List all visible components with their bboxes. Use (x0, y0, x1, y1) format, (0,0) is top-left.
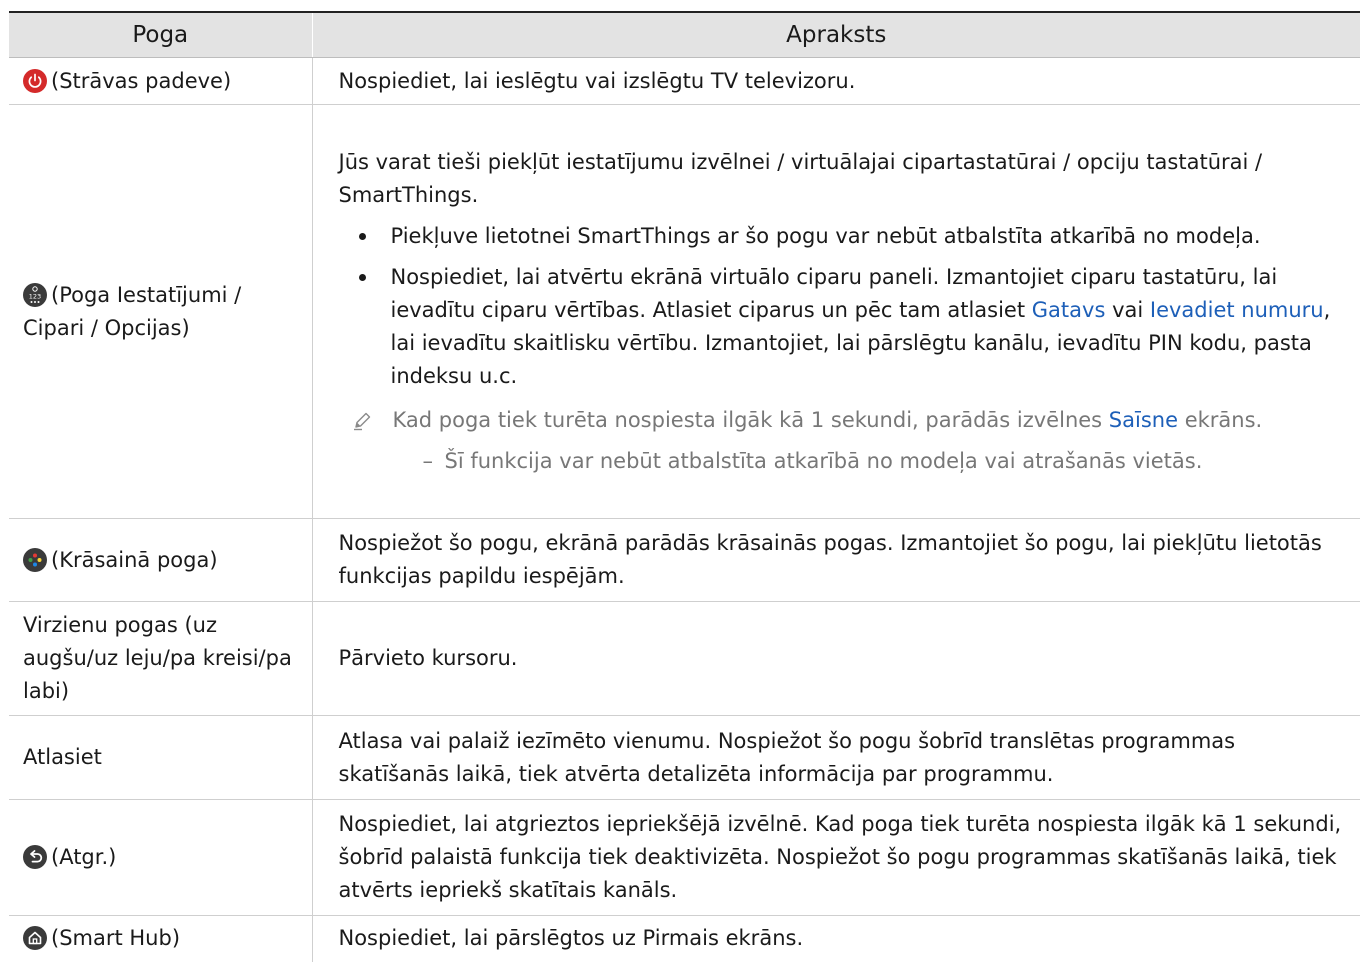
note-text-a: Kad poga tiek turēta nospiesta ilgāk kā … (392, 407, 1109, 432)
svg-text:123: 123 (29, 292, 41, 300)
table-row-direction: Virzienu pogas (uz augšu/uz leju/pa krei… (9, 601, 1360, 716)
list-item: Piekļuve lietotnei SmartThings ar šo pog… (339, 220, 1353, 253)
header-button: Poga (9, 11, 313, 58)
table-row-power: (Strāvas padeve) Nospiediet, lai ieslēgt… (9, 57, 1360, 105)
link-gatavs[interactable]: Gatavs (1032, 298, 1106, 322)
table-row-home: (Smart Hub) Nospiediet, lai pārslēgtos u… (9, 915, 1360, 962)
remote-buttons-table-wrap: Poga Apraksts (Strāvas padeve) Nospiedie… (9, 11, 1360, 962)
button-cell-direction: Virzienu pogas (uz augšu/uz leju/pa krei… (9, 601, 313, 716)
desc-cell-home: Nospiediet, lai pārslēgtos uz Pirmais ek… (338, 926, 804, 951)
button-label-color: (Krāsainā poga) (51, 547, 218, 572)
subnote-text: Šī funkcija var nebūt atbalstīta atkarīb… (444, 448, 1203, 473)
button-cell-back: (Atgr.) (9, 799, 313, 916)
pencil-icon (351, 409, 373, 442)
note-text-b: ekrāns. (1178, 407, 1263, 432)
settings-note: Kad poga tiek turēta nospiesta ilgāk kā … (339, 404, 1353, 437)
button-label-power: (Strāvas padeve) (51, 68, 232, 93)
desc-cell-back: Nospiediet, lai atgrieztos iepriekšējā i… (312, 799, 1360, 916)
button-label-home: (Smart Hub) (51, 926, 181, 951)
desc-cell-select: Atlasa vai palaiž iezīmēto vienumu. Nosp… (312, 715, 1360, 800)
table-row-color: (Krāsainā poga) Nospiežot šo pogu, ekrān… (9, 518, 1360, 602)
link-ievadiet-numuru[interactable]: Ievadiet numuru (1150, 298, 1324, 322)
desc-cell-power: Nospiediet, lai ieslēgtu vai izslēgtu TV… (312, 57, 1360, 105)
button-cell-home: (Smart Hub) (9, 915, 313, 962)
button-cell-settings: 123 (Poga Iestatījumi / Cipari / Opcijas… (9, 104, 313, 519)
table-header-row: Poga Apraksts (9, 11, 1360, 58)
settings-subnote: – Šī funkcija var nebūt atbalstīta atkarī… (339, 445, 1353, 478)
button-label-settings: (Poga Iestatījumi / Cipari / Opcijas) (23, 282, 242, 340)
table-row-select: Atlasiet Atlasa vai palaiž iezīmēto vien… (9, 715, 1360, 800)
remote-buttons-table: Poga Apraksts (Strāvas padeve) Nospiedie… (9, 11, 1360, 962)
home-icon (23, 926, 47, 951)
header-description: Apraksts (312, 11, 1360, 58)
desc-cell-direction: Pārvieto kursoru. (312, 601, 1360, 716)
link-saisne[interactable]: Saīsne (1109, 408, 1178, 432)
table-row-back: (Atgr.) Nospiediet, lai atgrieztos iepri… (9, 799, 1360, 916)
settings-bullets: Piekļuve lietotnei SmartThings ar šo pog… (339, 220, 1353, 393)
power-icon (23, 68, 47, 93)
table-row-settings: 123 (Poga Iestatījumi / Cipari / Opcijas… (9, 104, 1360, 519)
bullet-text-1: Piekļuve lietotnei SmartThings ar šo pog… (390, 223, 1261, 248)
desc-cell-settings: Jūs varat tieši piekļūt iestatījumu izvē… (312, 104, 1360, 519)
desc-cell-color: Nospiežot šo pogu, ekrānā parādās krāsai… (312, 518, 1360, 602)
settings-intro: Jūs varat tieši piekļūt iestatījumu izvē… (338, 149, 1263, 207)
button-cell-select: Atlasiet (9, 715, 313, 800)
back-icon (23, 845, 47, 869)
button-cell-color: (Krāsainā poga) (9, 518, 313, 602)
button-label-back: (Atgr.) (51, 845, 117, 869)
list-item: Nospiediet, lai atvērtu ekrānā virtuālo … (339, 261, 1353, 393)
settings-numbers-icon: 123 (23, 282, 47, 307)
bullet-text-2b: vai (1105, 297, 1150, 322)
subnote-dash: – (422, 448, 434, 473)
color-buttons-icon (23, 547, 47, 572)
button-cell-power: (Strāvas padeve) (9, 57, 313, 105)
